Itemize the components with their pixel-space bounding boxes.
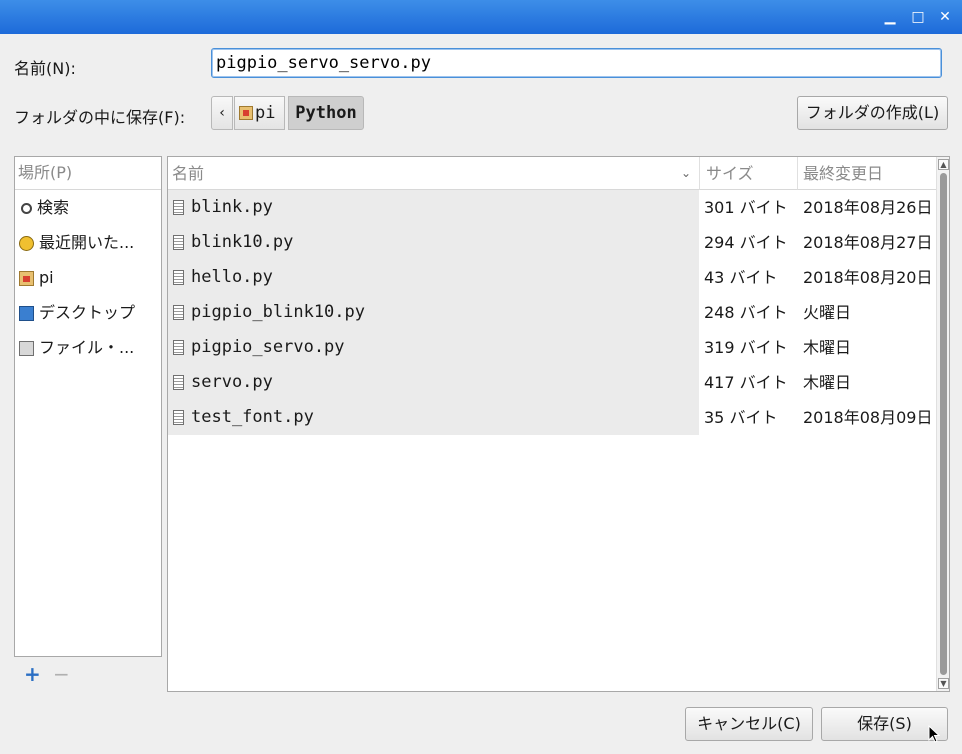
- file-list: 名前 ⌄ サイズ 最終変更日 blink.py 301 バイト 2018年08月…: [167, 156, 950, 692]
- file-name: pigpio_blink10.py: [191, 302, 365, 322]
- breadcrumb-back-button[interactable]: ‹: [211, 96, 233, 130]
- filesystem-icon: [19, 341, 34, 356]
- file-name: test_font.py: [191, 407, 314, 427]
- sidebar-item-label: ファイル・...: [39, 338, 135, 357]
- file-name-cell: servo.py: [168, 365, 699, 400]
- sidebar-item-filesystem[interactable]: ファイル・...: [15, 330, 161, 365]
- column-header-label: 名前: [172, 164, 205, 183]
- breadcrumb-item-python[interactable]: Python: [288, 96, 364, 130]
- file-name-cell: pigpio_servo.py: [168, 330, 699, 365]
- close-icon[interactable]: ✕: [936, 8, 954, 26]
- sidebar-item-label: デスクトップ: [39, 303, 136, 322]
- add-place-button[interactable]: +: [24, 663, 41, 685]
- save-label: 保存(S): [857, 714, 912, 733]
- file-name-cell: blink.py: [168, 190, 699, 225]
- title-bar: ▁ □ ✕: [0, 0, 962, 34]
- file-name: hello.py: [191, 267, 273, 287]
- sidebar-item-search[interactable]: 検索: [15, 190, 161, 225]
- file-name: blink.py: [191, 197, 273, 217]
- cancel-label: キャンセル(C): [697, 714, 801, 733]
- text-file-icon: [173, 235, 184, 250]
- file-modified: 火曜日: [803, 303, 852, 322]
- minimize-icon[interactable]: ▁: [881, 8, 899, 26]
- recent-icon: [19, 236, 34, 251]
- sidebar-item-home[interactable]: pi: [15, 260, 161, 295]
- create-folder-label: フォルダの作成(L): [805, 103, 940, 122]
- breadcrumb-item-pi[interactable]: pi: [234, 96, 285, 130]
- file-modified: 木曜日: [803, 338, 852, 357]
- column-header-modified[interactable]: 最終変更日: [797, 157, 936, 190]
- text-file-icon: [173, 200, 184, 215]
- scroll-down-icon[interactable]: ▼: [938, 678, 949, 689]
- breadcrumb-label: Python: [295, 103, 357, 123]
- file-name-cell: blink10.py: [168, 225, 699, 260]
- file-size: 248 バイト: [704, 303, 788, 322]
- vertical-scrollbar[interactable]: ▲ ▼: [936, 157, 949, 691]
- folder-label: フォルダの中に保存(F):: [14, 108, 186, 127]
- places-header: 場所(P): [15, 157, 161, 190]
- chevron-left-icon: ‹: [219, 105, 225, 121]
- text-file-icon: [173, 375, 184, 390]
- file-size: 417 バイト: [704, 373, 788, 392]
- filename-input[interactable]: [211, 48, 942, 78]
- file-row[interactable]: pigpio_servo.py 319 バイト 木曜日: [168, 330, 936, 365]
- home-folder-icon: [19, 271, 34, 286]
- file-name-cell: test_font.py: [168, 400, 699, 435]
- cancel-button[interactable]: キャンセル(C): [685, 707, 813, 741]
- column-header-size[interactable]: サイズ: [699, 157, 797, 190]
- file-row[interactable]: test_font.py 35 バイト 2018年08月09日: [168, 400, 936, 435]
- chevron-down-icon: ⌄: [680, 166, 691, 180]
- file-row[interactable]: servo.py 417 バイト 木曜日: [168, 365, 936, 400]
- file-modified: 木曜日: [803, 373, 852, 392]
- sidebar-item-recent[interactable]: 最近開いた...: [15, 225, 161, 260]
- file-name-cell: pigpio_blink10.py: [168, 295, 699, 330]
- file-modified: 2018年08月27日: [803, 233, 933, 252]
- file-name-cell: hello.py: [168, 260, 699, 295]
- text-file-icon: [173, 340, 184, 355]
- file-modified: 2018年08月20日: [803, 268, 933, 287]
- text-file-icon: [173, 305, 184, 320]
- column-header-label: サイズ: [706, 164, 754, 183]
- file-name: pigpio_servo.py: [191, 337, 345, 357]
- search-icon: [21, 203, 32, 214]
- scroll-up-icon[interactable]: ▲: [938, 159, 949, 170]
- sidebar-item-label: pi: [39, 268, 54, 287]
- text-file-icon: [173, 410, 184, 425]
- mouse-cursor-icon: [928, 725, 940, 743]
- sidebar-item-desktop[interactable]: デスクトップ: [15, 295, 161, 330]
- breadcrumb-label: pi: [255, 103, 276, 123]
- file-size: 319 バイト: [704, 338, 788, 357]
- name-label: 名前(N):: [14, 59, 76, 78]
- file-name: blink10.py: [191, 232, 294, 252]
- file-size: 301 バイト: [704, 198, 788, 217]
- text-file-icon: [173, 270, 184, 285]
- file-name: servo.py: [191, 372, 273, 392]
- file-row[interactable]: blink.py 301 バイト 2018年08月26日: [168, 190, 936, 225]
- file-modified: 2018年08月26日: [803, 198, 933, 217]
- file-row[interactable]: blink10.py 294 バイト 2018年08月27日: [168, 225, 936, 260]
- maximize-icon[interactable]: □: [909, 8, 927, 26]
- sidebar-item-label: 検索: [37, 198, 70, 217]
- file-row[interactable]: pigpio_blink10.py 248 バイト 火曜日: [168, 295, 936, 330]
- file-row[interactable]: hello.py 43 バイト 2018年08月20日: [168, 260, 936, 295]
- file-size: 35 バイト: [704, 408, 778, 427]
- column-header-name[interactable]: 名前 ⌄: [168, 157, 699, 190]
- file-size: 43 バイト: [704, 268, 778, 287]
- file-modified: 2018年08月09日: [803, 408, 933, 427]
- remove-place-button[interactable]: −: [53, 663, 70, 685]
- scrollbar-thumb[interactable]: [940, 173, 947, 675]
- home-folder-icon: [239, 106, 253, 120]
- desktop-icon: [19, 306, 34, 321]
- sidebar-item-label: 最近開いた...: [39, 233, 135, 252]
- file-size: 294 バイト: [704, 233, 788, 252]
- places-sidebar: 場所(P) 検索 最近開いた... pi デスクトップ ファイル・...: [14, 156, 162, 657]
- column-header-label: 最終変更日: [803, 164, 884, 183]
- create-folder-button[interactable]: フォルダの作成(L): [797, 96, 948, 130]
